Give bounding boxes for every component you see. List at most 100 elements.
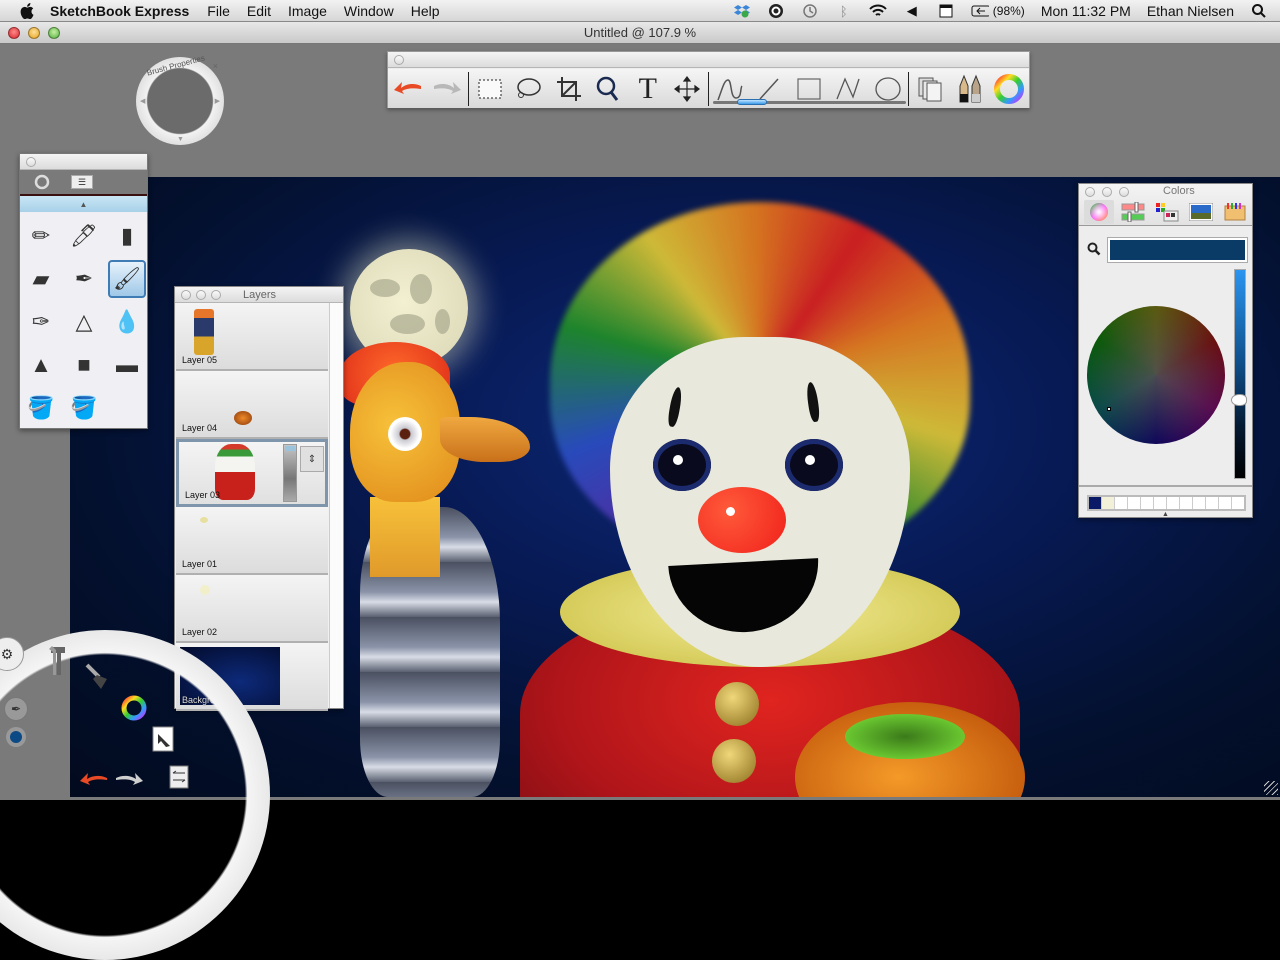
- magnifier-icon[interactable]: [1087, 242, 1101, 259]
- close-icon[interactable]: ×: [213, 61, 218, 71]
- color-well[interactable]: [1167, 497, 1179, 509]
- color-wheel[interactable]: [1087, 306, 1225, 444]
- layer-opacity-slider[interactable]: [283, 444, 297, 502]
- layer-row[interactable]: Layer 05: [176, 303, 328, 371]
- rectangle-select-tool[interactable]: [470, 71, 510, 107]
- brush-ink-brush[interactable]: ✑: [22, 303, 60, 341]
- brush-paintbrush[interactable]: 🖌: [108, 260, 146, 298]
- brush-chisel-marker[interactable]: ▰: [22, 260, 60, 298]
- wifi-icon[interactable]: [869, 2, 887, 20]
- arrow-left-icon[interactable]: ◀: [140, 97, 145, 105]
- image-palettes-mode-icon[interactable]: [1186, 200, 1216, 224]
- brightness-slider-knob[interactable]: [1231, 394, 1247, 406]
- minimize-window-button[interactable]: [28, 27, 40, 39]
- current-brush-indicator[interactable]: ✒: [4, 697, 28, 721]
- apple-icon[interactable]: [18, 2, 36, 20]
- close-window-button[interactable]: [8, 27, 20, 39]
- input-menu-icon[interactable]: [937, 2, 955, 20]
- minimize-colors-button[interactable]: [1102, 187, 1112, 197]
- resize-grip[interactable]: [1264, 781, 1278, 795]
- layer-row[interactable]: Layer 02: [176, 575, 328, 643]
- close-colors-button[interactable]: [1085, 187, 1095, 197]
- menu-image[interactable]: Image: [288, 3, 327, 19]
- brush-pencil[interactable]: ✏: [22, 217, 60, 255]
- color-palettes-mode-icon[interactable]: [1152, 200, 1182, 224]
- color-well[interactable]: [1102, 497, 1114, 509]
- layer-row[interactable]: Layer 01: [176, 507, 328, 575]
- layer-row[interactable]: Layer 03 ⇕: [176, 439, 328, 507]
- color-well[interactable]: [1206, 497, 1218, 509]
- brush-settings-tab[interactable]: ☰: [64, 171, 100, 193]
- color-well[interactable]: [1128, 497, 1140, 509]
- current-color-indicator[interactable]: [6, 727, 26, 747]
- brush-hard-airbrush[interactable]: ▲: [22, 346, 60, 384]
- color-wheel-mode-icon[interactable]: [1084, 200, 1114, 224]
- color-well[interactable]: [1154, 497, 1166, 509]
- redo-button[interactable]: [428, 71, 468, 107]
- color-well[interactable]: [1193, 497, 1205, 509]
- volume-icon[interactable]: ◀︎: [903, 2, 921, 20]
- zoom-colors-button[interactable]: [1119, 187, 1129, 197]
- sync-icon[interactable]: [767, 2, 785, 20]
- dropbox-icon[interactable]: [733, 2, 751, 20]
- brush-smudge[interactable]: 💧: [108, 303, 146, 341]
- app-menu[interactable]: SketchBook Express: [50, 3, 189, 19]
- brush-airbrush[interactable]: △: [65, 303, 103, 341]
- select-icon[interactable]: [150, 725, 176, 753]
- brush-ballpoint-pen[interactable]: 🖊: [65, 217, 103, 255]
- color-well[interactable]: [1180, 497, 1192, 509]
- undo-button[interactable]: [388, 71, 428, 107]
- layer-opacity-knob[interactable]: [285, 446, 295, 451]
- color-editor-icon[interactable]: [989, 71, 1029, 107]
- color-editor-icon[interactable]: [119, 693, 149, 723]
- brush-properties-puck[interactable]: Brush Properties × ◀ ▶ ▼: [136, 53, 224, 145]
- menu-help[interactable]: Help: [411, 3, 440, 19]
- lagoon-redo-button[interactable]: [114, 768, 144, 790]
- zoom-window-button[interactable]: [48, 27, 60, 39]
- crop-tool[interactable]: [549, 71, 589, 107]
- bluetooth-icon[interactable]: ᛒ: [835, 2, 853, 20]
- move-tool[interactable]: [667, 71, 707, 107]
- color-well[interactable]: [1232, 497, 1244, 509]
- brush-felt-pen[interactable]: ✒: [65, 260, 103, 298]
- layer-row[interactable]: Layer 04: [176, 371, 328, 439]
- arrow-right-icon[interactable]: ▶: [215, 97, 220, 105]
- color-well[interactable]: [1115, 497, 1127, 509]
- lasso-select-tool[interactable]: [509, 71, 549, 107]
- lagoon-undo-button[interactable]: [79, 768, 109, 790]
- battery-icon[interactable]: [971, 2, 989, 20]
- drawer-grip-icon[interactable]: ▲: [1162, 511, 1169, 518]
- layers-editor-icon[interactable]: [910, 71, 950, 107]
- brush-size-slider[interactable]: [713, 99, 906, 105]
- color-well[interactable]: [1089, 497, 1101, 509]
- brush-soft-eraser[interactable]: ▬: [108, 346, 146, 384]
- brush-hard-eraser[interactable]: ■: [65, 346, 103, 384]
- zoom-tool[interactable]: [588, 71, 628, 107]
- current-color-swatch[interactable]: [1107, 237, 1248, 263]
- brush-palette-icon[interactable]: [950, 71, 990, 107]
- spotlight-icon[interactable]: [1250, 2, 1268, 20]
- user-name[interactable]: Ethan Nielsen: [1147, 3, 1234, 19]
- close-brush-palette-button[interactable]: [26, 157, 36, 167]
- layers-scrollbar[interactable]: [329, 303, 343, 708]
- minimize-layers-button[interactable]: [196, 290, 206, 300]
- close-layers-button[interactable]: [181, 290, 191, 300]
- time-machine-icon[interactable]: [801, 2, 819, 20]
- layers-swap-icon[interactable]: [167, 763, 191, 791]
- close-toolbar-button[interactable]: [394, 55, 404, 65]
- brush-fill-bucket[interactable]: 🪣: [22, 389, 60, 427]
- move-layer-icon[interactable]: ⇕: [300, 446, 324, 472]
- brush-puck-tab[interactable]: [24, 171, 60, 193]
- color-well[interactable]: [1219, 497, 1231, 509]
- menu-window[interactable]: Window: [344, 3, 394, 19]
- color-well[interactable]: [1141, 497, 1153, 509]
- arrow-down-icon[interactable]: ▼: [177, 136, 184, 143]
- brush-size-slider-knob[interactable]: [737, 99, 768, 105]
- menu-file[interactable]: File: [207, 3, 230, 19]
- brush-editor-icon[interactable]: [84, 660, 114, 696]
- menu-edit[interactable]: Edit: [247, 3, 271, 19]
- text-tool[interactable]: T: [628, 71, 668, 107]
- brush-fill-bucket-layer[interactable]: 🪣: [65, 389, 103, 427]
- tools-icon[interactable]: [42, 642, 72, 678]
- scroll-up-button[interactable]: ▲: [20, 196, 147, 212]
